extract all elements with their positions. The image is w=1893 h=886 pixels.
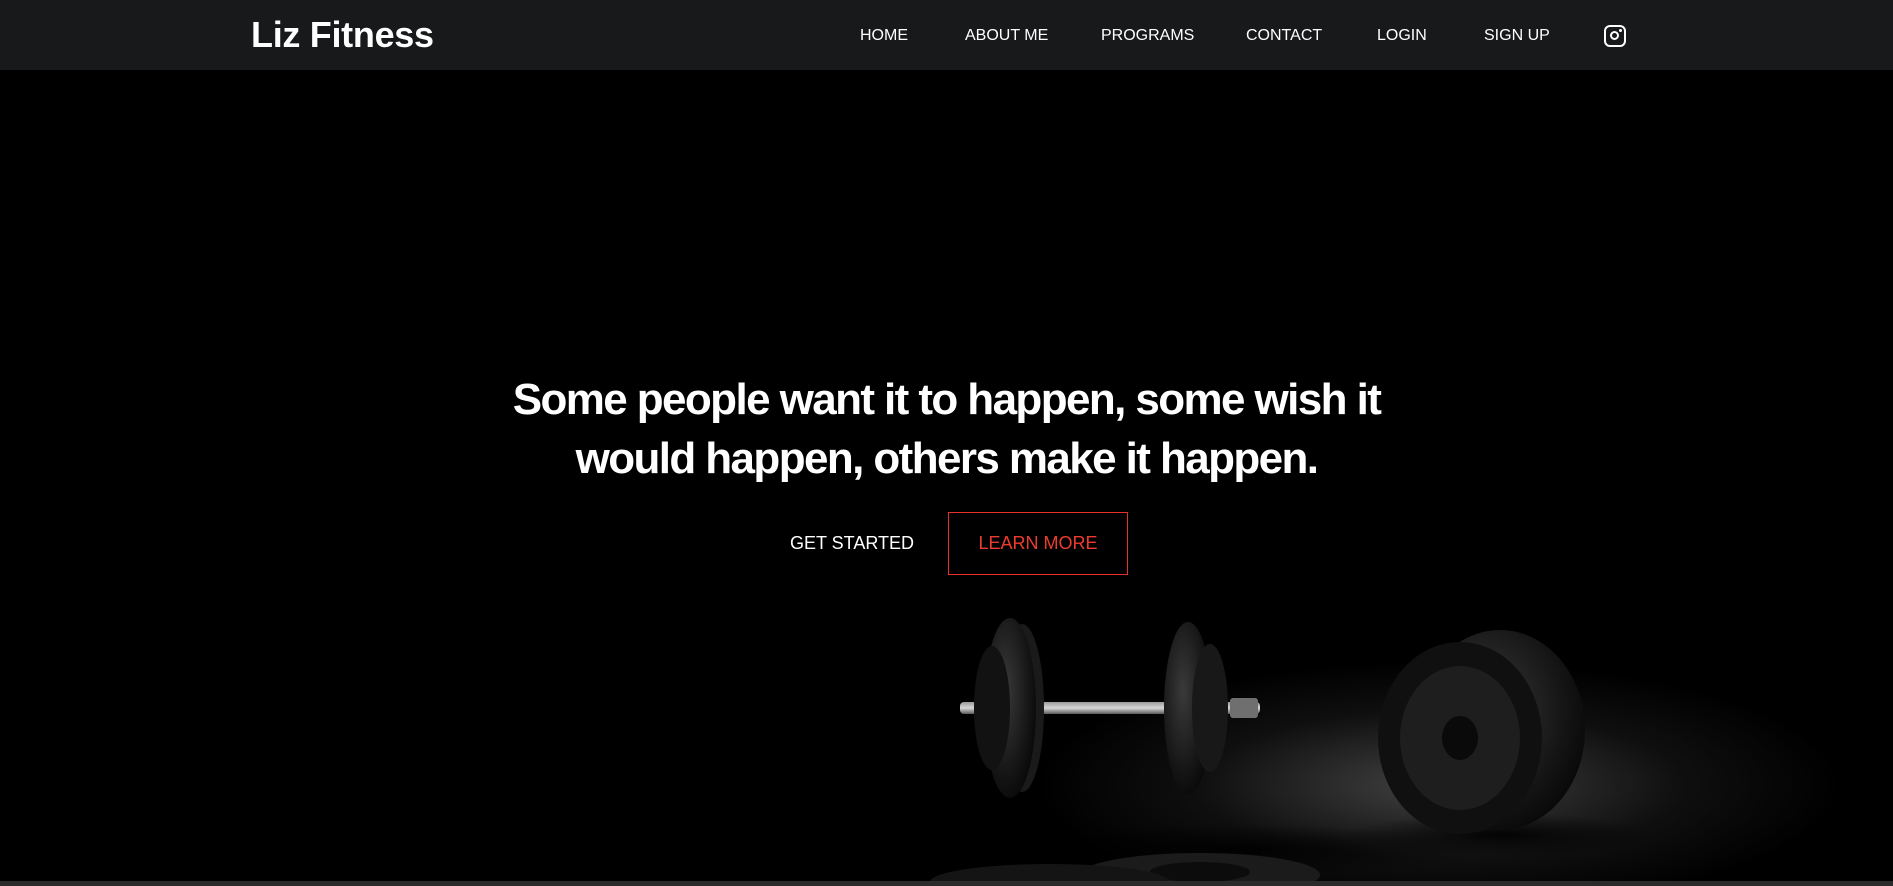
nav-about-me[interactable]: ABOUT ME [965, 27, 1048, 45]
dumbbells-image [930, 618, 1650, 881]
learn-more-button[interactable]: LEARN MORE [948, 512, 1128, 575]
get-started-button[interactable]: GET STARTED [782, 512, 922, 574]
hero-section: Some people want it to happen, some wish… [0, 70, 1893, 881]
brand-logo[interactable]: Liz Fitness [251, 14, 434, 56]
hero-headline-line2: would happen, others make it happen. [575, 434, 1319, 483]
hero-headline-line1: Some people want it to happen, some wish… [512, 375, 1382, 424]
nav-login[interactable]: LOGIN [1377, 27, 1427, 45]
instagram-icon[interactable] [1604, 25, 1626, 47]
nav-programs[interactable]: PROGRAMS [1101, 27, 1194, 45]
page-bottom-edge [0, 881, 1893, 886]
top-navbar: Liz Fitness HOME ABOUT ME PROGRAMS CONTA… [0, 0, 1893, 70]
nav-contact[interactable]: CONTACT [1246, 27, 1322, 45]
nav-home[interactable]: HOME [860, 27, 908, 45]
nav-sign-up[interactable]: SIGN UP [1484, 27, 1550, 45]
hero-headline: Some people want it to happen, some wish… [0, 370, 1893, 488]
